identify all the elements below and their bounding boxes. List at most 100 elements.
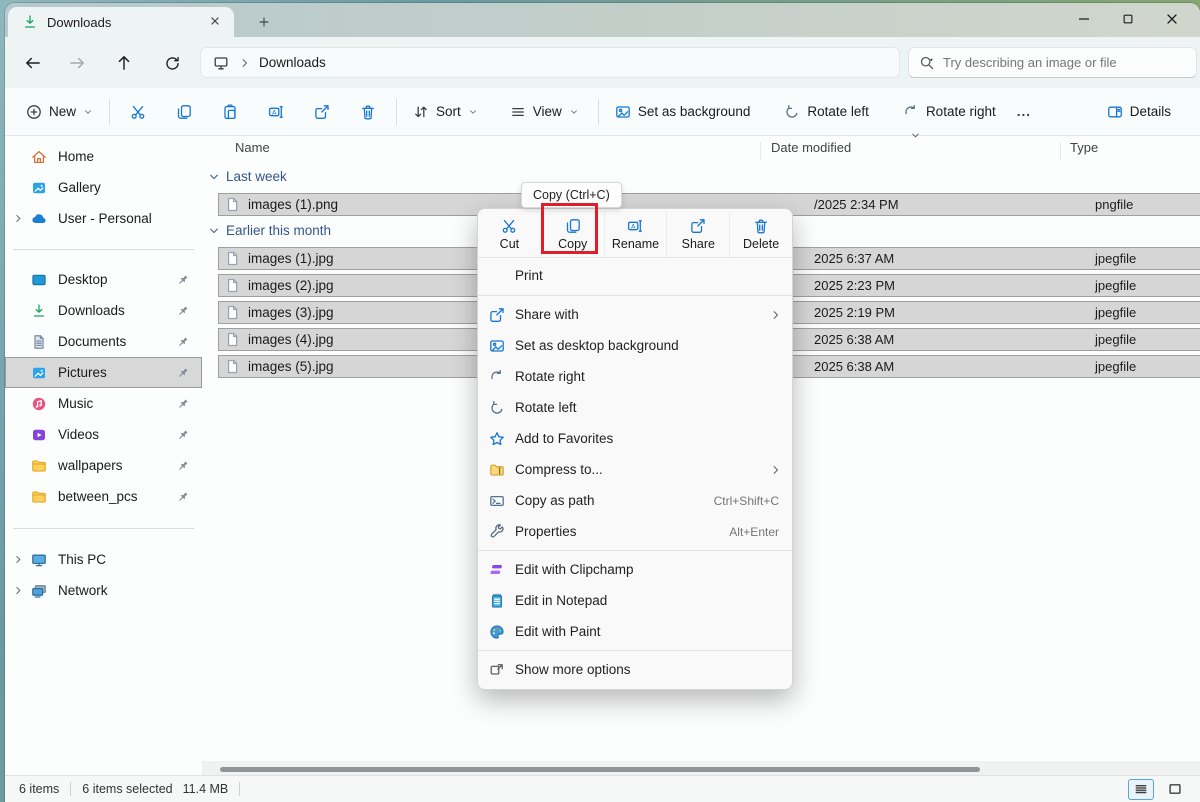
menu-item-compress-to[interactable]: Compress to... (478, 454, 792, 485)
rotate-left-button[interactable]: Rotate left (775, 98, 878, 126)
set-as-background-button[interactable]: Set as background (606, 98, 760, 126)
collapse-chevron-icon[interactable] (208, 171, 220, 183)
maximize-button[interactable] (1106, 3, 1150, 35)
expand-chevron-icon[interactable] (5, 554, 31, 565)
rename-button[interactable]: A (259, 96, 293, 128)
shortcut-label: Ctrl+Shift+C (714, 494, 779, 508)
menu-divider (478, 650, 792, 651)
menu-item-share-with[interactable]: Share with (478, 299, 792, 330)
paste-button[interactable] (213, 96, 247, 128)
sidebar-item-music[interactable]: Music (5, 388, 202, 419)
rotate-right-button[interactable]: Rotate right (894, 98, 1005, 126)
column-header-date-modified[interactable]: Date modified (771, 140, 851, 155)
refresh-button[interactable] (161, 52, 183, 74)
menu-item-edit-with-paint[interactable]: Edit with Paint (478, 616, 792, 647)
column-header-type[interactable]: Type (1070, 140, 1098, 155)
view-icon (510, 104, 526, 120)
sidebar-item-videos[interactable]: Videos (5, 419, 202, 450)
forward-button[interactable] (66, 52, 88, 74)
expand-chevron-icon[interactable] (5, 585, 31, 596)
file-type: jpegfile (1095, 251, 1136, 266)
details-label: Details (1130, 104, 1171, 119)
notepad-icon (489, 593, 505, 609)
menu-item-rotate-right[interactable]: Rotate right (478, 361, 792, 392)
view-button[interactable]: View (501, 98, 588, 126)
navigation-pane: Home Gallery User - Personal Desktop Dow… (5, 136, 202, 775)
chevron-down-icon (83, 107, 93, 117)
new-tab-button[interactable] (251, 10, 277, 34)
tab-downloads[interactable]: Downloads (8, 7, 234, 37)
column-divider[interactable] (760, 142, 761, 160)
close-button[interactable] (1150, 3, 1194, 35)
sort-button[interactable]: Sort (404, 98, 487, 126)
sidebar-item-this-pc[interactable]: This PC (5, 544, 202, 575)
tab-close-icon[interactable] (208, 14, 224, 30)
sort-label: Sort (436, 104, 461, 119)
set-background-icon (615, 104, 631, 120)
group-header-earlier-this-month[interactable]: Earlier this month (208, 223, 331, 238)
svg-text:A: A (631, 222, 636, 230)
minimize-button[interactable] (1062, 3, 1106, 35)
sidebar-item-documents[interactable]: Documents (5, 326, 202, 357)
search-input[interactable] (943, 55, 1186, 70)
delete-button[interactable] (351, 96, 385, 128)
share-button[interactable] (305, 96, 339, 128)
sidebar-label: Gallery (58, 180, 101, 195)
sidebar-item-between-pcs[interactable]: between_pcs (5, 481, 202, 512)
sidebar-label: Network (58, 583, 108, 598)
sidebar-item-downloads[interactable]: Downloads (5, 295, 202, 326)
details-pane-button[interactable]: Details (1098, 98, 1180, 126)
expand-chevron-icon[interactable] (5, 213, 31, 224)
breadcrumb[interactable]: Downloads (200, 47, 900, 78)
column-divider[interactable] (1060, 142, 1061, 160)
navigation-bar: Downloads (5, 37, 1200, 88)
details-view-toggle[interactable] (1128, 779, 1154, 800)
large-icons-view-toggle[interactable] (1162, 779, 1188, 800)
menu-item-copy-as-path[interactable]: Copy as path Ctrl+Shift+C (478, 485, 792, 516)
sidebar-item-desktop[interactable]: Desktop (5, 264, 202, 295)
more-options-button[interactable]: ... (1005, 98, 1043, 125)
breadcrumb-path[interactable]: Downloads (259, 55, 326, 70)
file-icon (225, 197, 240, 212)
file-icon (225, 332, 240, 347)
up-button[interactable] (113, 52, 135, 74)
group-header-last-week[interactable]: Last week (208, 169, 287, 184)
menu-item-edit-with-clipchamp[interactable]: Edit with Clipchamp (478, 554, 792, 585)
sidebar-item-gallery[interactable]: Gallery (5, 172, 202, 203)
new-button[interactable]: New (17, 98, 102, 126)
column-header-name[interactable]: Name (235, 140, 270, 155)
context-delete-button[interactable]: Delete (729, 211, 792, 257)
sidebar-item-pictures[interactable]: Pictures (5, 357, 202, 388)
context-share-button[interactable]: Share (666, 211, 729, 257)
menu-item-add-to-favorites[interactable]: Add to Favorites (478, 423, 792, 454)
sidebar-item-onedrive[interactable]: User - Personal (5, 203, 202, 234)
scrollbar-thumb[interactable] (220, 767, 980, 772)
context-cut-button[interactable]: Cut (478, 211, 541, 257)
back-button[interactable] (22, 52, 44, 74)
home-icon (31, 149, 47, 165)
copy-button[interactable] (167, 96, 201, 128)
file-icon (225, 251, 240, 266)
downloads-icon (31, 303, 47, 319)
set-background-icon (489, 338, 505, 354)
search-box[interactable] (908, 47, 1197, 78)
menu-item-properties[interactable]: Properties Alt+Enter (478, 516, 792, 547)
chevron-right-icon (239, 57, 251, 69)
menu-item-set-as-desktop-background[interactable]: Set as desktop background (478, 330, 792, 361)
cut-button[interactable] (121, 96, 155, 128)
context-rename-button[interactable]: A Rename (604, 211, 667, 257)
sidebar-item-wallpapers[interactable]: wallpapers (5, 450, 202, 481)
sidebar-item-home[interactable]: Home (5, 141, 202, 172)
file-icon (225, 278, 240, 293)
menu-item-edit-in-notepad[interactable]: Edit in Notepad (478, 585, 792, 616)
downloads-icon (22, 14, 38, 30)
menu-item-print[interactable]: Print (478, 258, 792, 292)
collapse-chevron-icon[interactable] (208, 225, 220, 237)
menu-item-show-more-options[interactable]: Show more options (478, 654, 792, 685)
menu-divider (478, 550, 792, 551)
selection-count: 6 items selected (82, 782, 172, 796)
menu-item-rotate-left[interactable]: Rotate left (478, 392, 792, 423)
large-icons-view-icon (1168, 782, 1182, 796)
sidebar-item-network[interactable]: Network (5, 575, 202, 606)
submenu-chevron-icon (770, 464, 782, 476)
